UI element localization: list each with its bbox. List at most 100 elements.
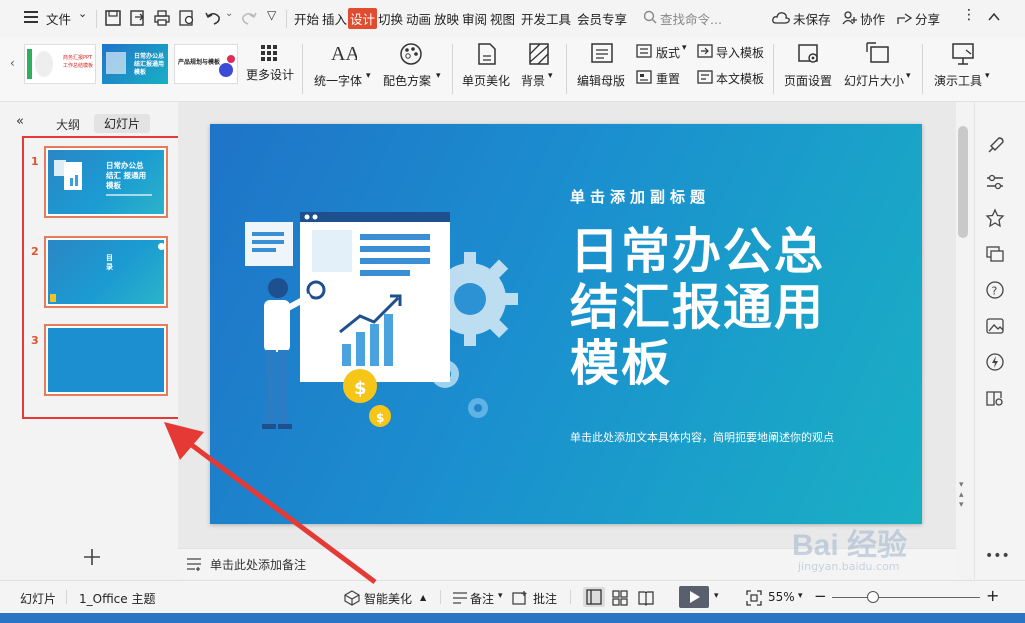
divider — [440, 590, 441, 604]
slide-subtitle[interactable]: 单击添加副标题 — [570, 186, 710, 207]
more-icon[interactable]: ⋮ — [962, 7, 976, 23]
design-gallery-item-1[interactable]: 商务汇报PPT 工作总结模板 — [24, 44, 96, 84]
slide-size-icon — [866, 42, 890, 66]
color-scheme-button[interactable]: 配色方案 — [383, 72, 431, 89]
lightning-icon[interactable] — [985, 352, 1005, 372]
page-setup-button[interactable]: 页面设置 — [784, 72, 832, 89]
gallery-text: 模板 — [134, 69, 147, 76]
chevron-down-icon[interactable]: ▾ — [714, 591, 719, 601]
tab-developer[interactable]: 开发工具 — [521, 9, 571, 28]
export-icon[interactable] — [129, 9, 147, 27]
zoom-in-button[interactable]: + — [986, 586, 999, 605]
file-menu[interactable]: 文件 — [46, 9, 71, 28]
unsaved-status[interactable]: 未保存 — [793, 9, 831, 28]
tab-design[interactable]: 设计 — [348, 8, 378, 29]
slide-title-line: 日常办公总 — [570, 223, 826, 280]
save-icon[interactable] — [104, 9, 122, 27]
rocket-icon[interactable] — [985, 136, 1005, 156]
page-beautify-icon — [477, 42, 497, 66]
collapse-panel-icon[interactable]: « — [16, 114, 24, 129]
undo-icon[interactable] — [204, 9, 222, 27]
sliders-icon[interactable] — [985, 172, 1005, 192]
slide-size-button[interactable]: 幻灯片大小 — [844, 72, 904, 89]
grid-view-icon[interactable] — [612, 590, 628, 606]
slide-thumbnail-2[interactable]: 目录 — [44, 236, 168, 308]
chevron-down-icon: ▾ — [548, 71, 553, 81]
more-design-button[interactable]: 更多设计 — [246, 66, 294, 83]
print-icon[interactable] — [153, 9, 171, 27]
tab-insert[interactable]: 插入 — [322, 9, 347, 28]
share-button[interactable]: 分享 — [915, 9, 940, 28]
zoom-out-button[interactable]: − — [814, 587, 827, 605]
unify-font-button[interactable]: 统一字体 — [314, 72, 362, 89]
canvas-scrollbar[interactable] — [958, 126, 968, 238]
reading-view-icon[interactable] — [638, 590, 654, 606]
background-button[interactable]: 背景 — [521, 72, 545, 89]
fit-window-icon[interactable] — [746, 590, 762, 606]
edit-master-button[interactable]: 编辑母版 — [577, 72, 625, 89]
preview-icon[interactable] — [178, 9, 196, 27]
image-icon[interactable] — [985, 316, 1005, 336]
customize-icon[interactable]: ▽ — [267, 8, 276, 22]
gallery-scroll-left-icon[interactable]: ‹ — [10, 56, 15, 70]
tab-review[interactable]: 审阅 — [462, 9, 487, 28]
cloud-icon — [772, 11, 790, 25]
tab-slides[interactable]: 幻灯片 — [94, 114, 151, 133]
grid-icon — [260, 44, 278, 62]
reset-button[interactable]: 重置 — [656, 70, 680, 87]
chevron-down-icon[interactable]: ⌄ — [78, 7, 87, 20]
slide-title-line: 模板 — [570, 335, 673, 392]
comment-button[interactable]: 批注 — [533, 590, 557, 607]
zoom-slider-track[interactable] — [832, 597, 980, 598]
star-icon[interactable] — [985, 208, 1005, 228]
more-options-icon[interactable]: ••• — [985, 548, 1010, 564]
tab-member[interactable]: 会员专享 — [577, 9, 627, 28]
slide-body-text[interactable]: 单击此处添加文本具体内容，简明扼要地阐述你的观点 — [570, 429, 834, 445]
divider — [922, 44, 923, 94]
slide-number: 1 — [31, 155, 39, 168]
normal-view-button[interactable] — [583, 587, 605, 607]
transition-icon[interactable] — [985, 244, 1005, 264]
annotation-arrow-icon — [164, 422, 377, 585]
command-search-input[interactable]: 查找命令... — [660, 9, 722, 28]
slide-title[interactable]: 日常办公总 结汇报通用 模板 — [570, 224, 825, 392]
layout-button[interactable]: 版式 — [656, 44, 680, 61]
view-name: 幻灯片 — [20, 592, 57, 606]
collapse-ribbon-icon[interactable] — [987, 10, 1001, 24]
this-template-button[interactable]: 本文模板 — [716, 70, 764, 87]
add-slide-icon[interactable] — [83, 548, 101, 566]
chevron-down-icon: ▾ — [906, 71, 911, 81]
reset-icon — [636, 70, 652, 84]
comment-icon — [512, 590, 528, 606]
tab-slideshow[interactable]: 放映 — [434, 9, 459, 28]
tab-home[interactable]: 开始 — [294, 9, 319, 28]
zoom-level[interactable]: 55% — [768, 590, 795, 604]
design-gallery-item-3[interactable]: 产品规划与模板 — [174, 44, 238, 84]
import-template-button[interactable]: 导入模板 — [716, 44, 764, 61]
collab-icon — [842, 11, 858, 25]
notes-button[interactable]: 备注 — [470, 590, 494, 607]
tab-transition[interactable]: 切换 — [378, 9, 403, 28]
theme-name[interactable]: 1_Office 主题 — [79, 590, 155, 607]
search-icon — [643, 10, 657, 24]
zoom-slider-handle[interactable] — [867, 591, 879, 603]
tab-outline[interactable]: 大纲 — [56, 116, 80, 133]
scroll-arrows-icon[interactable]: ▾ ▴ ▾ — [959, 480, 964, 510]
present-tools-button[interactable]: 演示工具 — [934, 72, 982, 89]
tab-animation[interactable]: 动画 — [406, 9, 431, 28]
slide-thumbnail-3[interactable] — [44, 324, 168, 396]
redo-icon[interactable] — [240, 9, 258, 27]
baidu-watermark: Bai 经验 jingyan.baidu.com — [792, 520, 982, 580]
slide-thumbnail-1[interactable]: 日常办公总 结汇 报通用 模板 — [44, 146, 168, 218]
tab-view[interactable]: 视图 — [490, 9, 515, 28]
book-search-icon[interactable] — [985, 388, 1005, 408]
svg-text:AA: AA — [331, 43, 357, 64]
chevron-down-icon: ▾ — [436, 71, 441, 81]
help-icon[interactable]: ? — [985, 280, 1005, 300]
design-gallery-item-2[interactable]: 日常办公总 结汇报通用 模板 — [102, 44, 168, 84]
collab-button[interactable]: 协作 — [860, 9, 885, 28]
hamburger-icon[interactable] — [24, 11, 38, 23]
undo-dropdown-icon[interactable]: ⌄ — [225, 8, 233, 19]
single-beautify-button[interactable]: 单页美化 — [462, 72, 510, 89]
play-slideshow-button[interactable] — [679, 586, 709, 608]
